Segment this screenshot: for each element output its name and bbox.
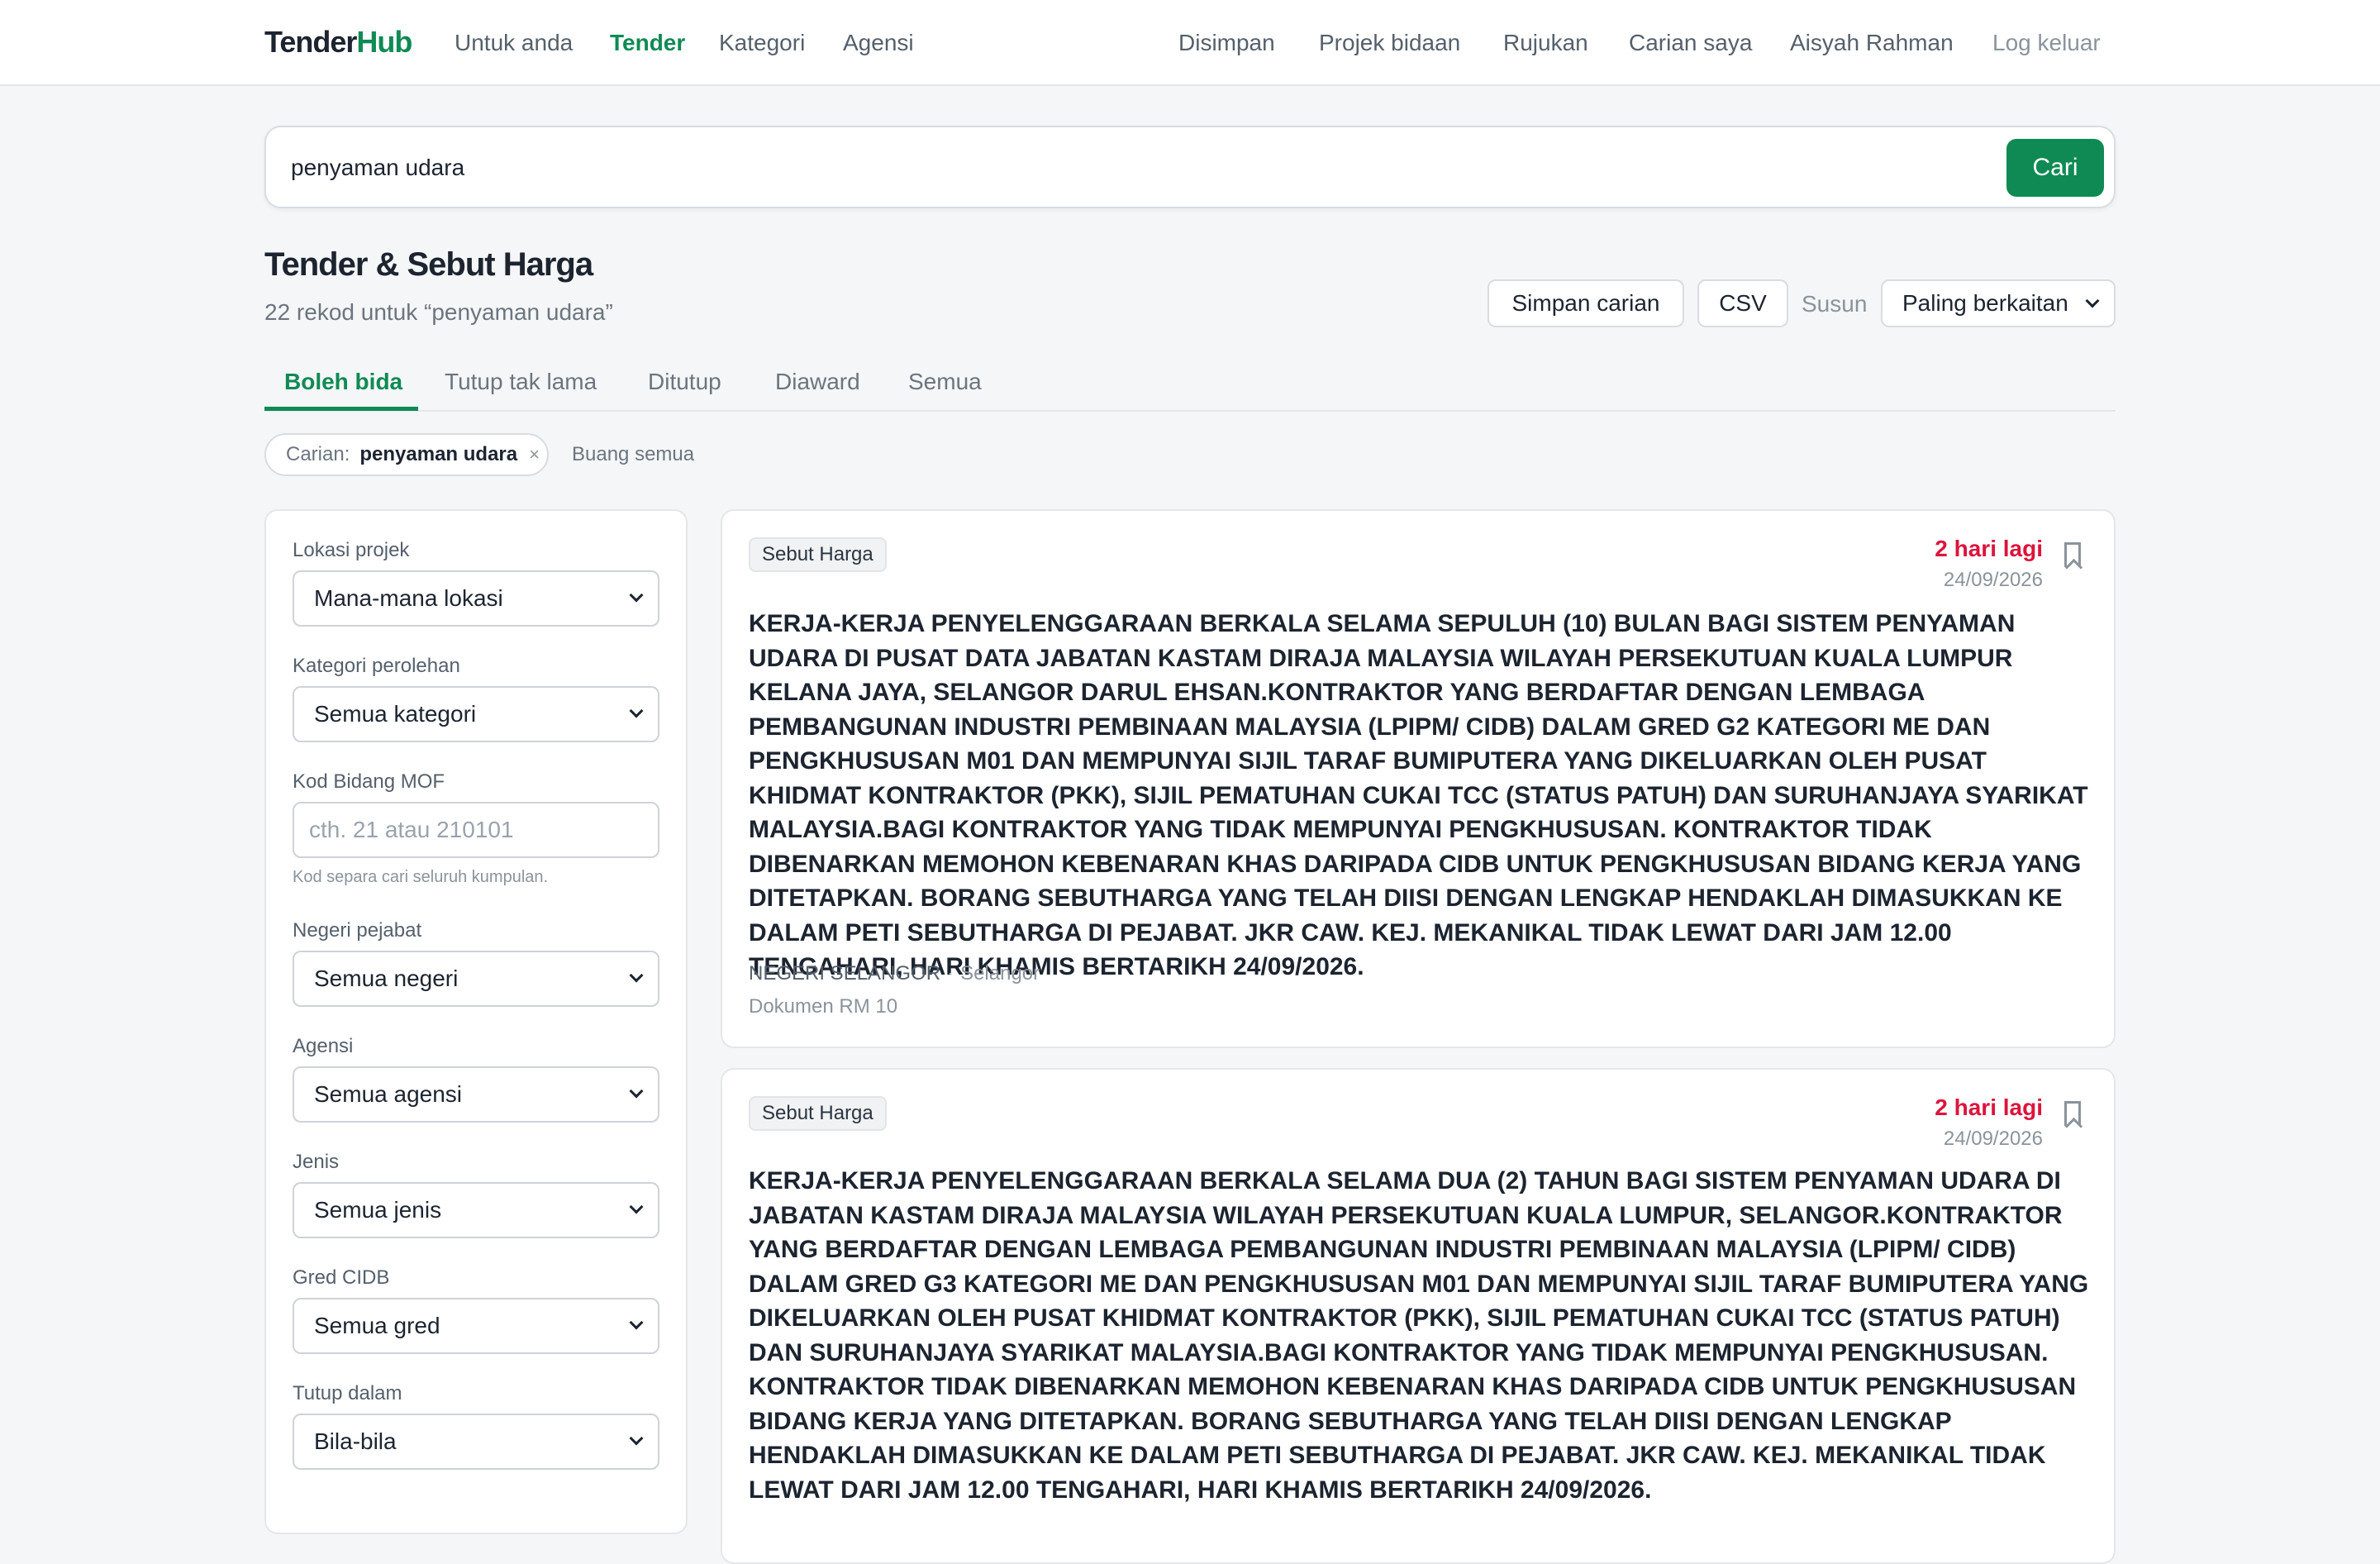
nav-category[interactable]: Kategori — [719, 30, 805, 56]
search-filter-chip: Carian: penyaman udara × — [264, 433, 549, 476]
tender-agency: NEGERI SELANGOR — [749, 962, 941, 985]
agency-select-value: Semua agensi — [314, 1081, 463, 1107]
bookmark-icon[interactable] — [2064, 1101, 2081, 1126]
deadline-countdown: 2 hari lagi — [1935, 536, 2043, 561]
office-state-label: Negeri pejabat — [293, 919, 422, 942]
type-label: Jenis — [293, 1151, 340, 1173]
nav-saved[interactable]: Disimpan — [1178, 30, 1275, 56]
type-select[interactable]: Semua jenis — [293, 1182, 659, 1238]
chip-value: penyaman udara — [359, 443, 518, 465]
chevron-down-icon — [2085, 293, 2100, 308]
cidb-grade-select[interactable]: Semua gred — [293, 1298, 659, 1354]
nav-for-you[interactable]: Untuk anda — [455, 30, 573, 56]
chevron-down-icon — [629, 703, 644, 718]
search-bar: Cari — [264, 126, 2116, 208]
deadline-date: 24/09/2026 — [1943, 569, 2043, 591]
type-badge: Sebut Harga — [749, 1096, 887, 1131]
category-select[interactable]: Semua kategori — [293, 686, 659, 742]
document-price: Dokumen RM 10 — [749, 995, 898, 1018]
csv-export-button[interactable]: CSV — [1697, 279, 1788, 327]
tab-can-bid[interactable]: Boleh bida — [284, 369, 402, 395]
tender-title[interactable]: KERJA-KERJA PENYELENGGARAAN BERKALA SELA… — [749, 1164, 2094, 1507]
filter-sidebar: Lokasi projek Mana-mana lokasi Kategori … — [264, 509, 688, 1534]
category-select-value: Semua kategori — [314, 701, 477, 727]
meta-separator: · — [947, 962, 954, 985]
mof-code-label: Kod Bidang MOF — [293, 770, 445, 793]
location-select[interactable]: Mana-mana lokasi — [293, 570, 659, 627]
deadline-countdown: 2 hari lagi — [1935, 1094, 2043, 1120]
closing-within-label: Tutup dalam — [293, 1382, 402, 1404]
sort-label: Susun — [1802, 291, 1868, 317]
nav-user-name[interactable]: Aisyah Rahman — [1790, 30, 1954, 56]
active-tab-indicator — [264, 407, 418, 411]
tab-all[interactable]: Semua — [908, 369, 982, 395]
tabs-divider — [264, 410, 2116, 412]
type-badge: Sebut Harga — [749, 537, 887, 572]
chevron-down-icon — [629, 588, 644, 603]
chevron-down-icon — [629, 1315, 644, 1330]
agency-label: Agensi — [293, 1035, 354, 1057]
chevron-down-icon — [629, 968, 644, 983]
nav-my-searches[interactable]: Carian saya — [1629, 30, 1752, 56]
nav-bid-projects[interactable]: Projek bidaan — [1319, 30, 1460, 56]
page-title: Tender & Sebut Harga — [264, 246, 593, 283]
chevron-down-icon — [629, 1084, 644, 1099]
clear-all-filters-link[interactable]: Buang semua — [572, 443, 694, 466]
chevron-down-icon — [629, 1199, 644, 1214]
nav-logout[interactable]: Log keluar — [1992, 30, 2101, 56]
tab-awarded[interactable]: Diaward — [775, 369, 860, 395]
cidb-grade-select-value: Semua gred — [314, 1313, 440, 1338]
closing-within-select-value: Bila-bila — [314, 1428, 397, 1454]
brand-part-1: Tender — [264, 25, 357, 59]
record-count: 22 rekod untuk “penyaman udara” — [264, 299, 613, 325]
tender-title[interactable]: KERJA-KERJA PENYELENGGARAAN BERKALA SELA… — [749, 607, 2094, 985]
search-input[interactable] — [291, 149, 1911, 187]
nav-references[interactable]: Rujukan — [1503, 30, 1588, 56]
search-button[interactable]: Cari — [2006, 139, 2104, 197]
chevron-down-icon — [629, 1431, 644, 1446]
office-state-select[interactable]: Semua negeri — [293, 951, 659, 1007]
top-navigation: TenderHub Untuk anda Tender Kategori Age… — [0, 0, 2380, 86]
bookmark-icon[interactable] — [2064, 542, 2081, 567]
tab-closing-soon[interactable]: Tutup tak lama — [445, 369, 597, 395]
result-card[interactable]: Sebut Harga 2 hari lagi 24/09/2026 KERJA… — [721, 1068, 2116, 1564]
sort-select[interactable]: Paling berkaitan — [1881, 279, 2116, 327]
mof-code-input[interactable] — [293, 802, 659, 858]
closing-within-select[interactable]: Bila-bila — [293, 1414, 659, 1470]
sort-select-value: Paling berkaitan — [1902, 290, 2068, 316]
deadline-date: 24/09/2026 — [1943, 1128, 2043, 1150]
save-search-button[interactable]: Simpan carian — [1488, 279, 1684, 327]
office-state-select-value: Semua negeri — [314, 966, 459, 991]
chip-label: Carian: — [286, 443, 350, 465]
nav-agency[interactable]: Agensi — [843, 30, 914, 56]
tender-state: Selangor — [960, 962, 1040, 985]
type-select-value: Semua jenis — [314, 1197, 442, 1223]
location-select-value: Mana-mana lokasi — [314, 585, 503, 611]
close-icon[interactable]: × — [529, 444, 540, 465]
tab-closed[interactable]: Ditutup — [648, 369, 721, 395]
nav-tender[interactable]: Tender — [610, 30, 685, 56]
result-card[interactable]: Sebut Harga 2 hari lagi 24/09/2026 KERJA… — [721, 509, 2116, 1048]
category-label: Kategori perolehan — [293, 655, 460, 677]
mof-code-hint: Kod separa cari seluruh kumpulan. — [293, 868, 549, 886]
cidb-grade-label: Gred CIDB — [293, 1266, 390, 1289]
brand-part-2: Hub — [356, 25, 412, 59]
location-label: Lokasi projek — [293, 539, 410, 561]
agency-select[interactable]: Semua agensi — [293, 1066, 659, 1123]
brand-logo[interactable]: TenderHub — [264, 25, 412, 60]
tender-meta: NEGERI SELANGOR · Selangor — [749, 962, 1040, 985]
